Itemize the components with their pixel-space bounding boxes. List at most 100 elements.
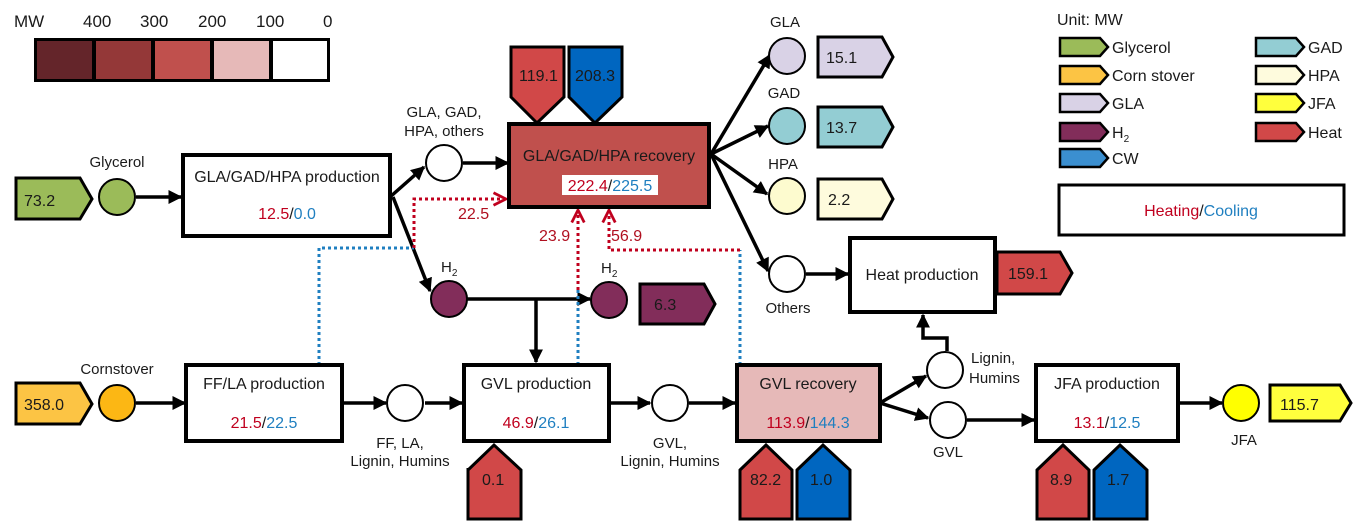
util-jfa-prod-cw-value: 1.7: [1107, 472, 1129, 489]
util-gvl-rec-cw-value: 1.0: [810, 472, 832, 489]
util-gla-rec-heat-value: 119.1: [519, 68, 558, 85]
feed-glycerol: 73.2 Glycerol: [14, 154, 145, 221]
flow-gla-prod-to-h2: [391, 196, 432, 293]
util-gla-rec-cw-value: 208.3: [575, 68, 615, 85]
unit-heating: 113.9: [766, 415, 805, 432]
legend-item: Corn stover: [1058, 64, 1195, 86]
legend-item: Glycerol: [1058, 36, 1171, 58]
legend-swatch: [1058, 147, 1110, 169]
color-scale: MW 400 300 200 100 0: [14, 12, 332, 82]
label-lignin-2: Humins: [969, 370, 1020, 387]
legend-swatch: [1058, 64, 1110, 86]
legend-label: HPA: [1308, 68, 1340, 85]
unit-cooling: 144.3: [810, 415, 850, 432]
label-gvl-mix-2: Lignin, Humins: [620, 453, 719, 470]
unit-heating: 13.1: [1074, 415, 1105, 432]
legend-item: JFA: [1254, 92, 1336, 114]
scale-bin-0-100: [273, 41, 327, 79]
scale-tick: 0: [323, 12, 332, 31]
legend-label: GLA: [1112, 96, 1144, 113]
unit-gvl-prod[interactable]: GVL production 46.9/26.1: [462, 363, 611, 443]
label-jfa: JFA: [1231, 432, 1257, 449]
legend-swatch: [1254, 121, 1306, 143]
label-gla: GLA: [770, 14, 800, 31]
util-jfa-prod-heat-value: 8.9: [1050, 472, 1072, 489]
unit-cooling: 12.5: [1109, 415, 1140, 432]
unit-title: GLA/GAD/HPA recovery: [523, 148, 695, 165]
heat-integration-value: 56.9: [611, 228, 642, 245]
legend-cooling: Cooling: [1204, 203, 1258, 220]
util-gvl-rec-heat-value: 82.2: [750, 472, 781, 489]
unit-title: GLA/GAD/HPA production: [194, 169, 380, 186]
legend-swatch: [1058, 121, 1110, 143]
unit-cooling: 0.0: [294, 206, 316, 223]
label-ffla-2: Lignin, Humins: [350, 453, 449, 470]
node-gla: [768, 37, 806, 75]
legend-swatch: [1058, 36, 1110, 58]
svg-text:21.5/22.5: 21.5/22.5: [231, 415, 298, 432]
scale-bin-400plus: [37, 41, 92, 79]
legend-label: Heat: [1308, 125, 1342, 142]
cornstover-node: [98, 384, 136, 422]
unit-gvl-rec[interactable]: GVL recovery 113.9/144.3: [735, 363, 882, 443]
unit-cooling: 225.5: [612, 178, 652, 195]
unit-heat-prod[interactable]: Heat production: [848, 236, 997, 314]
process-flow-diagram: MW 400 300 200 100 0 Unit: MW Glycerol C…: [14, 12, 1353, 521]
node-h2: [430, 280, 468, 318]
legend-label: GAD: [1308, 40, 1343, 57]
legend-label: Corn stover: [1112, 68, 1195, 85]
heat-integration-value: 23.9: [539, 228, 570, 245]
cooling-link-ffla: [317, 246, 414, 365]
unit-title: GVL production: [481, 376, 592, 393]
label-gad: GAD: [768, 85, 801, 102]
product-h2-value: 6.3: [654, 297, 676, 314]
heat-integration-value: 22.5: [458, 206, 489, 223]
unit-jfa-prod[interactable]: JFA production 13.1/12.5: [1034, 363, 1180, 443]
unit-gla-rec[interactable]: GLA/GAD/HPA recovery 222.4/225.5: [507, 122, 711, 209]
unit-heating: 46.9: [503, 415, 534, 432]
flow-lignin-to-heat-prod: [916, 313, 949, 351]
svg-text:113.9/144.3: 113.9/144.3: [766, 415, 849, 432]
tag-h2: [638, 282, 717, 326]
flow-to-others: [709, 153, 770, 273]
legend-unit: Unit: MW: [1057, 12, 1124, 29]
util-gvl-prod-heat-value: 0.1: [482, 472, 504, 489]
unit-gla-prod[interactable]: GLA/GAD/HPA production 12.5/0.0: [181, 153, 392, 238]
legend-item: CW: [1058, 147, 1140, 169]
label-hpa: HPA: [768, 156, 798, 173]
unit-heating: 12.5: [258, 206, 289, 223]
legend-label: Glycerol: [1112, 40, 1171, 57]
label-gvl: GVL: [933, 444, 963, 461]
scale-tick: 100: [256, 12, 284, 31]
legend-item: Heat: [1254, 121, 1342, 143]
scale-tick: 400: [83, 12, 111, 31]
node-gla-gad-hpa-others: [425, 144, 463, 182]
legend-label: CW: [1112, 151, 1140, 168]
legend-label: H2: [1112, 125, 1130, 145]
feed-cornstover: 358.0 Cornstover: [14, 361, 154, 426]
label-h2: H2: [441, 259, 458, 279]
flow-gvl-rec-to-lignin: [879, 374, 928, 405]
flow-gvl-rec-to-gvl: [879, 401, 930, 421]
svg-text:46.9/26.1: 46.9/26.1: [503, 415, 570, 432]
svg-text:12.5/0.0: 12.5/0.0: [258, 206, 316, 223]
unit-title: JFA production: [1054, 376, 1160, 393]
node-ffla: [386, 384, 424, 422]
label-h2-product: H2: [601, 260, 618, 280]
glycerol-node: [98, 178, 136, 216]
cornstover-value: 358.0: [24, 397, 64, 414]
flow-gla-prod-to-mix: [388, 165, 426, 199]
label-mix-1: GLA, GAD,: [406, 104, 481, 121]
product-heat-value: 159.1: [1008, 266, 1048, 283]
unit-heating: 21.5: [231, 415, 262, 432]
label-mix-2: HPA, others: [404, 123, 484, 140]
label-gvl-mix-1: GVL,: [653, 435, 687, 452]
scale-tick: 300: [140, 12, 168, 31]
util-gla-rec-cw: [567, 45, 624, 126]
product-gla-value: 15.1: [826, 50, 857, 67]
unit-cooling: 22.5: [266, 415, 297, 432]
unit-ffla-prod[interactable]: FF/LA production 21.5/22.5: [184, 363, 344, 443]
legend-item: GLA: [1058, 92, 1144, 114]
node-h2-product: [590, 281, 628, 319]
cornstover-label: Cornstover: [80, 361, 153, 378]
